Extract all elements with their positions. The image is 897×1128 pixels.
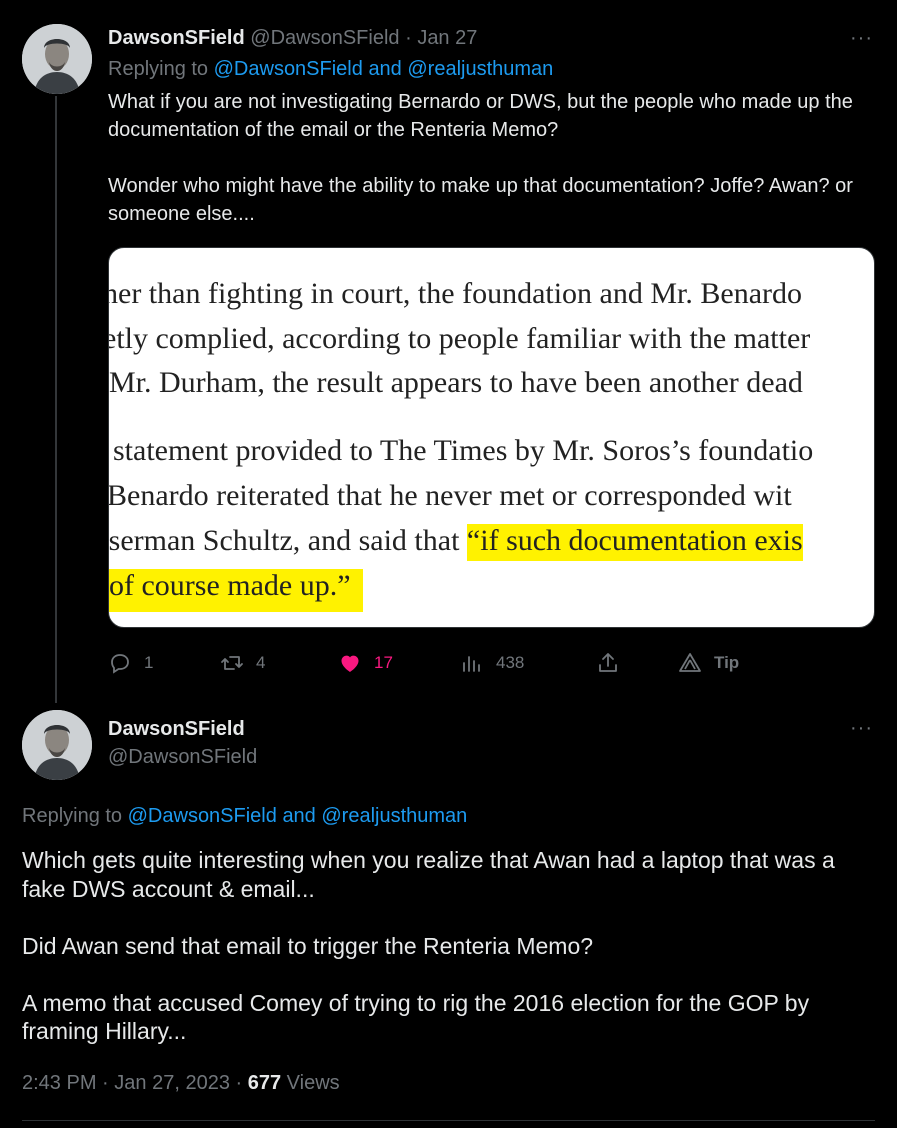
image-text-line: her than fighting in court, the foundati… [109, 277, 803, 310]
replying-to: Replying to @DawsonSField and @realjusth… [22, 804, 467, 828]
tweet2-text: Which gets quite interesting when you re… [22, 846, 882, 1046]
display-name[interactable]: DawsonSField [108, 717, 245, 741]
tip-icon [679, 653, 701, 672]
share-button[interactable] [596, 648, 632, 678]
more-options-button[interactable]: ··· [850, 28, 873, 48]
image-text-highlight: “if such documentation exis [466, 524, 803, 561]
avatar-portrait-icon [22, 710, 92, 780]
image-text-line: statement provided to The Times by Mr. S… [113, 434, 814, 467]
retweet-button[interactable]: 4 [220, 648, 265, 678]
separator-dot: · [235, 1072, 243, 1094]
user-handle[interactable]: @DawsonSField [108, 745, 257, 769]
image-text-line: Mr. Durham, the result appears to have b… [109, 366, 803, 399]
heart-icon [341, 655, 359, 672]
reply-button[interactable]: 1 [108, 648, 153, 678]
tweet-text-paragraph: Wonder who might have the ability to mak… [108, 175, 853, 225]
reply-and: and [368, 58, 402, 80]
tweet-date[interactable]: Jan 27 [417, 27, 477, 49]
separator-dot: · [102, 1072, 109, 1094]
tweet-text-paragraph: What if you are not investigating Bernar… [108, 91, 853, 141]
reply-mention-2[interactable]: @realjusthuman [321, 805, 467, 827]
divider [22, 1120, 875, 1121]
tweet-text-paragraph: Which gets quite interesting when you re… [22, 847, 835, 902]
image-text-line: Benardo reiterated that he never met or … [109, 479, 792, 512]
replying-to: Replying to @DawsonSField and @realjusth… [108, 57, 553, 81]
avatar[interactable] [22, 24, 92, 94]
tweet-meta: 2:43 PM · Jan 27, 2023 · 677 Views [22, 1071, 340, 1095]
tip-label: Tip [714, 653, 740, 672]
replying-prefix: Replying to [22, 805, 123, 827]
image-text-line: etly complied, according to people famil… [109, 322, 811, 355]
tweet-full-date[interactable]: Jan 27, 2023 [114, 1072, 230, 1094]
tweet-image[interactable]: her than fighting in court, the foundati… [108, 247, 875, 628]
tip-button[interactable]: Tip [678, 648, 739, 678]
replying-prefix: Replying to [108, 58, 209, 80]
views-count[interactable]: 677 [248, 1072, 281, 1094]
views-button[interactable]: 438 [460, 648, 524, 678]
image-text-highlight: of course made up.” [109, 569, 363, 612]
like-count: 17 [374, 653, 393, 672]
image-text-plain: sserman Schultz, and said that [109, 524, 467, 557]
reply-and: and [282, 805, 316, 827]
views-label: Views [286, 1072, 340, 1094]
reply-icon [111, 654, 129, 674]
retweet-count: 4 [256, 653, 266, 672]
reply-count: 1 [144, 653, 154, 672]
tweet-text-paragraph: A memo that accused Comey of trying to r… [22, 989, 810, 1045]
image-text-line: sserman Schultz, and said that “if such … [109, 523, 803, 561]
retweet-icon [221, 656, 243, 670]
reply-mention-2[interactable]: @realjusthuman [407, 58, 553, 80]
avatar-portrait-icon [22, 24, 92, 94]
tweet-text-paragraph: Did Awan send that email to trigger the … [22, 932, 594, 959]
like-button[interactable]: 17 [338, 648, 393, 678]
user-handle[interactable]: @DawsonSField [250, 27, 399, 49]
image-text-line: of course made up.” [109, 568, 363, 612]
views-icon [463, 656, 480, 672]
thread-connector-line [55, 96, 57, 703]
reply-mention-1[interactable]: @DawsonSField [214, 58, 363, 80]
share-icon [599, 653, 617, 672]
separator-dot: · [405, 27, 412, 49]
tweet1-header: DawsonSField @DawsonSField · Jan 27 [108, 26, 477, 50]
avatar[interactable] [22, 710, 92, 780]
display-name[interactable]: DawsonSField [108, 27, 245, 49]
tweet-time[interactable]: 2:43 PM [22, 1072, 96, 1094]
reply-mention-1[interactable]: @DawsonSField [128, 805, 277, 827]
tweet-actions: 1 4 17 438 Tip [108, 648, 768, 678]
tweet1-text: What if you are not investigating Bernar… [108, 88, 888, 228]
views-count: 438 [496, 653, 525, 672]
more-options-button[interactable]: ··· [850, 718, 873, 738]
